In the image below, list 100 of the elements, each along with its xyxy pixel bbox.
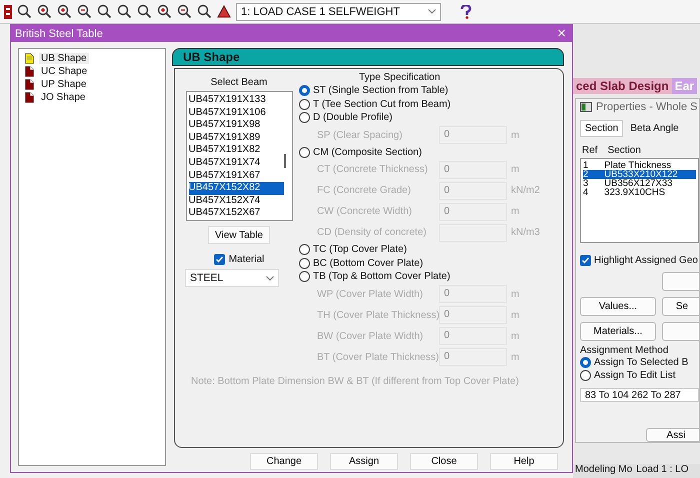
window-title: Properties - Whole S — [596, 100, 698, 113]
status-text: Load 1 : LO — [636, 464, 689, 477]
panel-header: UB Shape — [172, 48, 564, 66]
field-label: WP (Cover Plate Width) — [317, 288, 424, 300]
unit-label: kN/m3 — [511, 227, 541, 238]
field-label: CW (Concrete Width) — [317, 206, 414, 217]
section-row[interactable]: 3 UB356X127X33 — [583, 179, 696, 188]
unit-label: m — [511, 288, 520, 300]
radio-label: T (Tee Section Cut from Beam) — [313, 98, 451, 110]
beam-item[interactable]: UB457X152X82 — [188, 182, 284, 195]
beam-item[interactable]: UB457X191X133 — [188, 94, 284, 107]
section-list[interactable]: 1 Plate Thickness 2 UB533X210X122 3 UB356X127X33 4 323.9X10CHS — [580, 158, 699, 243]
unit-label: kN/m2 — [511, 185, 541, 196]
beam-item[interactable]: UB457X191X89 — [188, 132, 284, 144]
shape-tree[interactable]: UB Shape UC Shape UP Shape JO Shape — [18, 48, 166, 466]
column-header: Section — [608, 145, 641, 156]
dialog-button[interactable]: Change — [250, 453, 318, 470]
zoom-icon[interactable] — [37, 4, 52, 19]
unit-label: m — [511, 206, 520, 217]
note-text: Note: Bottom Plate Dimension BW & BT (If different from Top Cover Plate) — [191, 376, 520, 386]
radio-label: ST (Single Section from Table) — [313, 85, 448, 96]
radio-label: BC (Bottom Cover Plate) — [313, 258, 424, 269]
radio-button[interactable] — [299, 258, 310, 269]
zoom-icon[interactable] — [97, 4, 112, 19]
list-label: Select Beam — [210, 77, 268, 88]
section-label: Type Specification — [359, 72, 442, 83]
truncated-button[interactable]: Assi — [646, 428, 699, 442]
zoom-icon[interactable] — [177, 4, 192, 19]
radio-button[interactable] — [580, 370, 591, 381]
material-dropdown[interactable]: STEEL — [185, 269, 279, 287]
radio-button[interactable] — [299, 85, 310, 96]
checkbox[interactable] — [580, 254, 591, 266]
column-header: Ref — [582, 145, 598, 156]
checkbox-label: Material — [228, 254, 264, 265]
zoom-icon[interactable] — [17, 4, 32, 19]
radio-button[interactable] — [299, 146, 310, 158]
checkbox-label: Highlight Assigned Geo — [594, 254, 698, 266]
beam-item[interactable]: UB457X191X82 — [188, 144, 284, 157]
view-tab[interactable]: ced Slab Design — [573, 78, 672, 94]
action-button[interactable]: Se — [662, 296, 699, 316]
chevron-down-icon — [266, 276, 274, 280]
radio-label: Assign To Edit List — [594, 368, 676, 382]
radio-label: D (Double Profile) — [313, 112, 392, 124]
unit-label: m — [511, 164, 520, 175]
action-button[interactable]: Materials... — [580, 322, 656, 341]
field-label: CT (Concrete Thickness) — [317, 164, 429, 175]
section-row[interactable]: 4 323.9X10CHS — [583, 188, 696, 198]
zoom-icon[interactable] — [137, 4, 152, 19]
field-label: CD (Density of concrete) — [317, 227, 428, 238]
status-text: Modeling Mo — [575, 464, 632, 477]
tree-item[interactable]: UC Shape — [39, 66, 90, 77]
tree-item[interactable]: UB Shape — [39, 53, 89, 64]
radio-label: CM (Composite Section) — [313, 146, 422, 158]
tree-item[interactable]: UP Shape — [39, 79, 88, 90]
dialog-title: British Steel Table — [15, 28, 103, 40]
radio-button[interactable] — [299, 112, 310, 124]
scrollbar-thumb[interactable] — [284, 154, 286, 168]
radio-label: TC (Top Cover Plate) — [313, 244, 407, 256]
dialog-button[interactable]: Close — [410, 453, 478, 470]
beam-item[interactable]: UB457X191X67 — [188, 170, 284, 182]
section-tab[interactable]: Section — [580, 120, 624, 138]
radio-button[interactable] — [299, 98, 310, 110]
zoom-icon[interactable] — [77, 4, 92, 19]
section-row[interactable]: 2 UB533X210X122 — [583, 170, 696, 180]
zoom-icon[interactable] — [197, 4, 212, 19]
beam-item[interactable]: UB457X191X74 — [188, 156, 284, 170]
chevron-down-icon — [428, 9, 436, 14]
radio-button[interactable] — [299, 271, 310, 282]
edit-list-field[interactable]: 83 To 104 262 To 287 — [580, 388, 699, 402]
section-row[interactable]: 1 Plate Thickness — [583, 161, 696, 170]
field-label: FC (Concrete Grade) — [317, 185, 412, 196]
zoom-icon[interactable] — [157, 4, 172, 19]
beam-list[interactable]: UB457X191X133 UB457X191X106 UB457X191X98 UB457X191X89 UB457X191X82 UB457X191X74 UB457X191X67 UB457X152X82 UB457X152X74 UB457X152X67 — [186, 91, 292, 221]
radio-label: TB (Top & Bottom Cover Plate) — [313, 271, 450, 282]
beam-item[interactable]: UB457X191X98 — [188, 119, 284, 132]
beam-item[interactable]: UB457X152X67 — [188, 207, 284, 220]
help-icon[interactable] — [460, 4, 472, 18]
radio-button[interactable] — [299, 244, 310, 256]
dialog-button[interactable]: Help — [490, 453, 558, 470]
app-icon[interactable] — [4, 4, 12, 18]
document-icon — [25, 92, 34, 103]
dialog-button[interactable]: Assign — [330, 453, 398, 470]
document-icon — [25, 79, 34, 90]
view-table-button[interactable]: View Table — [208, 226, 270, 244]
close-button[interactable]: × — [557, 25, 566, 42]
beam-item[interactable]: UB457X152X74 — [188, 194, 284, 208]
zoom-icon[interactable] — [117, 4, 132, 19]
load-case-dropdown[interactable]: 1: LOAD CASE 1 SELFWEIGHT — [236, 2, 441, 20]
radio-button[interactable] — [580, 356, 591, 368]
window-icon — [580, 102, 592, 112]
field-label: BW (Cover Plate Width) — [317, 330, 424, 342]
action-button[interactable]: Values... — [580, 296, 656, 316]
unit-label: m — [511, 352, 520, 362]
checkbox[interactable] — [214, 254, 225, 265]
tree-item[interactable]: JO Shape — [39, 92, 88, 103]
cone-icon[interactable] — [217, 4, 231, 18]
beam-item[interactable]: UB457X191X106 — [188, 106, 284, 120]
radio-label: Assign To Selected B — [594, 356, 688, 369]
unit-label: m — [511, 130, 520, 140]
zoom-icon[interactable] — [57, 4, 72, 19]
